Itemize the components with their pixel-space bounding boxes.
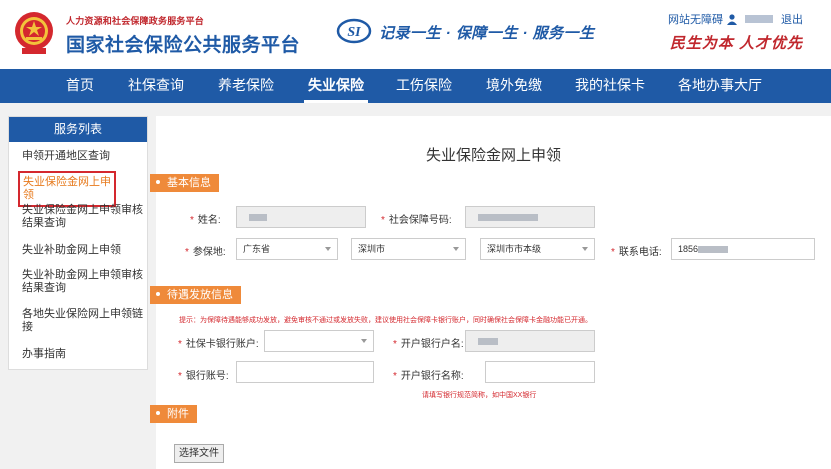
payment-notice: 提示：为保障待遇能够成功发放，避免审核不通过或发放失败，建议使用社会保障卡银行账… bbox=[179, 317, 592, 324]
platform-title: 国家社会保险公共服务平台 bbox=[66, 35, 301, 56]
nav-item-injury[interactable]: 工伤保险 bbox=[392, 69, 456, 103]
user-icon bbox=[727, 13, 737, 25]
slogan: 记录一生 · 保障一生 · 服务一生 bbox=[379, 25, 595, 42]
sidebar-item-benefit-review[interactable]: 失业保险金网上申领审核结果查询 bbox=[22, 204, 144, 230]
sidebar-item-subsidy-review[interactable]: 失业补助金网上申领审核结果查询 bbox=[22, 269, 144, 295]
bank-name-hint: 请填写银行规范简称，如中国XX银行 bbox=[422, 392, 537, 399]
sidebar-item-benefit-apply[interactable]: 失业保险金网上申领 bbox=[18, 171, 116, 207]
sidebar-item-local-links[interactable]: 各地失业保险网上申领链接 bbox=[22, 308, 144, 334]
name-label: * 姓名: bbox=[190, 215, 221, 226]
section-basic-info: 基本信息 bbox=[150, 174, 219, 192]
city-select[interactable]: 深圳市 bbox=[351, 238, 466, 260]
bullet-icon bbox=[156, 180, 160, 185]
phone-field[interactable]: 1856 bbox=[671, 238, 815, 260]
section-attachment: 附件 bbox=[150, 405, 197, 423]
org-name: 人力资源和社会保障政务服务平台 bbox=[66, 16, 205, 26]
main-nav: 首页 社保查询 养老保险 失业保险 工伤保险 境外免缴 我的社保卡 各地办事大厅 bbox=[0, 69, 831, 103]
main-panel: 失业保险金网上申领 bbox=[156, 116, 831, 469]
nav-item-service-halls[interactable]: 各地办事大厅 bbox=[674, 69, 766, 103]
ssn-field bbox=[465, 206, 595, 228]
chevron-down-icon bbox=[582, 247, 588, 251]
nav-item-my-card[interactable]: 我的社保卡 bbox=[572, 69, 648, 103]
name-field bbox=[236, 206, 366, 228]
account-holder-label: * 开户银行户名: bbox=[393, 339, 464, 350]
bank-name-label: * 开户银行名称: bbox=[393, 371, 464, 382]
bullet-icon bbox=[156, 411, 160, 416]
accessibility-link[interactable]: 网站无障碍 bbox=[668, 11, 723, 27]
chevron-down-icon bbox=[325, 247, 331, 251]
district-select[interactable]: 深圳市市本级 bbox=[480, 238, 595, 260]
sidebar-item-guide[interactable]: 办事指南 bbox=[22, 348, 144, 361]
motto: 民生为本 人才优先 bbox=[669, 35, 803, 52]
service-sidebar: 服务列表 申领开通地区查询 失业保险金网上申领 失业保险金网上申领审核结果查询 … bbox=[8, 116, 148, 370]
sidebar-item-region-query[interactable]: 申领开通地区查询 bbox=[22, 150, 144, 163]
chevron-down-icon bbox=[361, 339, 367, 343]
si-logo-icon: SI bbox=[336, 18, 372, 44]
choose-file-button[interactable]: 选择文件 bbox=[174, 444, 224, 463]
bank-number-input[interactable] bbox=[236, 361, 374, 383]
nav-item-unemployment[interactable]: 失业保险 bbox=[304, 69, 368, 103]
nav-item-overseas-exempt[interactable]: 境外免缴 bbox=[482, 69, 546, 103]
sidebar-item-subsidy-apply[interactable]: 失业补助金网上申领 bbox=[22, 244, 144, 257]
top-links: 网站无障碍 退出 bbox=[668, 11, 803, 27]
svg-text:SI: SI bbox=[347, 25, 361, 40]
chevron-down-icon bbox=[453, 247, 459, 251]
account-holder-field bbox=[465, 330, 595, 352]
section-payment-info: 待遇发放信息 bbox=[150, 286, 241, 304]
bank-account-select[interactable] bbox=[264, 330, 374, 352]
site-header: 人力资源和社会保障政务服务平台 国家社会保险公共服务平台 SI 记录一生 · 保… bbox=[0, 0, 831, 69]
bank-number-label: * 银行账号: bbox=[178, 371, 229, 382]
nav-item-ss-query[interactable]: 社保查询 bbox=[124, 69, 188, 103]
national-emblem-icon bbox=[15, 12, 53, 54]
insured-place-label: * 参保地: bbox=[185, 247, 226, 258]
nav-item-home[interactable]: 首页 bbox=[58, 69, 102, 103]
logout-link[interactable]: 退出 bbox=[781, 11, 803, 27]
bullet-icon bbox=[156, 292, 160, 297]
province-select[interactable]: 广东省 bbox=[236, 238, 338, 260]
phone-label: * 联系电话: bbox=[611, 247, 662, 258]
sidebar-title: 服务列表 bbox=[9, 117, 147, 142]
ssn-label: * 社会保障号码: bbox=[381, 215, 452, 226]
page-title: 失业保险金网上申领 bbox=[425, 147, 561, 164]
nav-item-pension[interactable]: 养老保险 bbox=[214, 69, 278, 103]
bank-account-label: * 社保卡银行账户: bbox=[178, 339, 259, 350]
masked-username bbox=[745, 15, 773, 23]
bank-name-input[interactable] bbox=[485, 361, 595, 383]
